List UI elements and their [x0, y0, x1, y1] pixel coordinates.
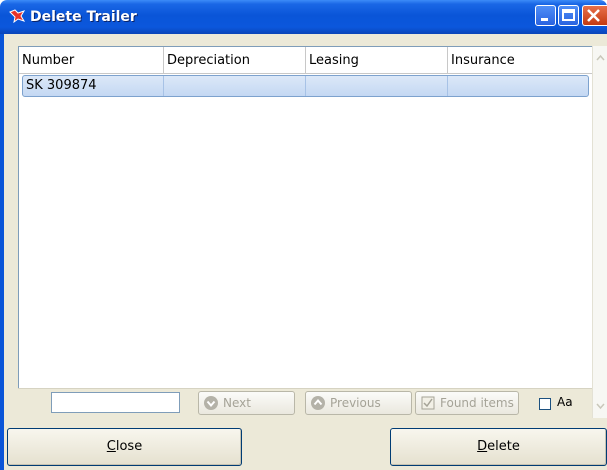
minimize-button[interactable]: [535, 5, 556, 26]
checklist-icon: [421, 396, 435, 410]
cell-number: SK 309874: [23, 76, 164, 96]
table-row[interactable]: SK 309874: [22, 75, 589, 97]
next-label: Next: [223, 396, 251, 410]
cell-leasing: [306, 76, 448, 96]
match-case-checkbox[interactable]: [539, 398, 551, 410]
window-title: Delete Trailer: [30, 9, 137, 25]
column-header-leasing[interactable]: Leasing: [306, 47, 448, 74]
minimize-icon: [541, 18, 548, 21]
close-label-mnemonic: C: [106, 439, 116, 454]
previous-label: Previous: [330, 396, 381, 410]
maximize-button[interactable]: [558, 5, 579, 26]
found-items-label: Found items: [440, 396, 514, 410]
flag-icon: [9, 9, 25, 23]
scroll-up-icon[interactable]: [593, 48, 607, 68]
previous-button[interactable]: Previous: [305, 391, 412, 415]
search-input[interactable]: [51, 392, 180, 413]
close-button[interactable]: Close: [7, 428, 242, 466]
close-icon: [587, 9, 600, 22]
trailer-grid[interactable]: Number Depreciation Leasing Insurance SK…: [18, 46, 607, 388]
close-label: lose: [115, 439, 143, 454]
title-bar[interactable]: Delete Trailer: [0, 0, 607, 34]
search-bar: Next Previous Found items Aa: [18, 388, 592, 419]
grid-header: Number Depreciation Leasing Insurance: [19, 47, 607, 75]
cell-depreciation: [164, 76, 306, 96]
found-items-button[interactable]: Found items: [415, 391, 519, 415]
next-button[interactable]: Next: [198, 391, 295, 415]
vertical-scrollbar[interactable]: [592, 46, 607, 418]
column-header-insurance[interactable]: Insurance: [448, 47, 593, 74]
scroll-down-icon[interactable]: [593, 396, 607, 416]
delete-button[interactable]: Delete: [390, 428, 607, 466]
delete-label-mnemonic: D: [477, 439, 488, 454]
column-header-depreciation[interactable]: Depreciation: [164, 47, 306, 74]
cell-insurance: [448, 76, 588, 96]
column-header-number[interactable]: Number: [19, 47, 164, 74]
arrow-down-icon: [204, 396, 218, 410]
window-close-button[interactable]: [582, 5, 607, 26]
arrow-up-icon: [311, 396, 325, 410]
maximize-icon: [562, 9, 575, 21]
match-case-label: Aa: [557, 395, 573, 409]
delete-label: elete: [487, 439, 520, 454]
